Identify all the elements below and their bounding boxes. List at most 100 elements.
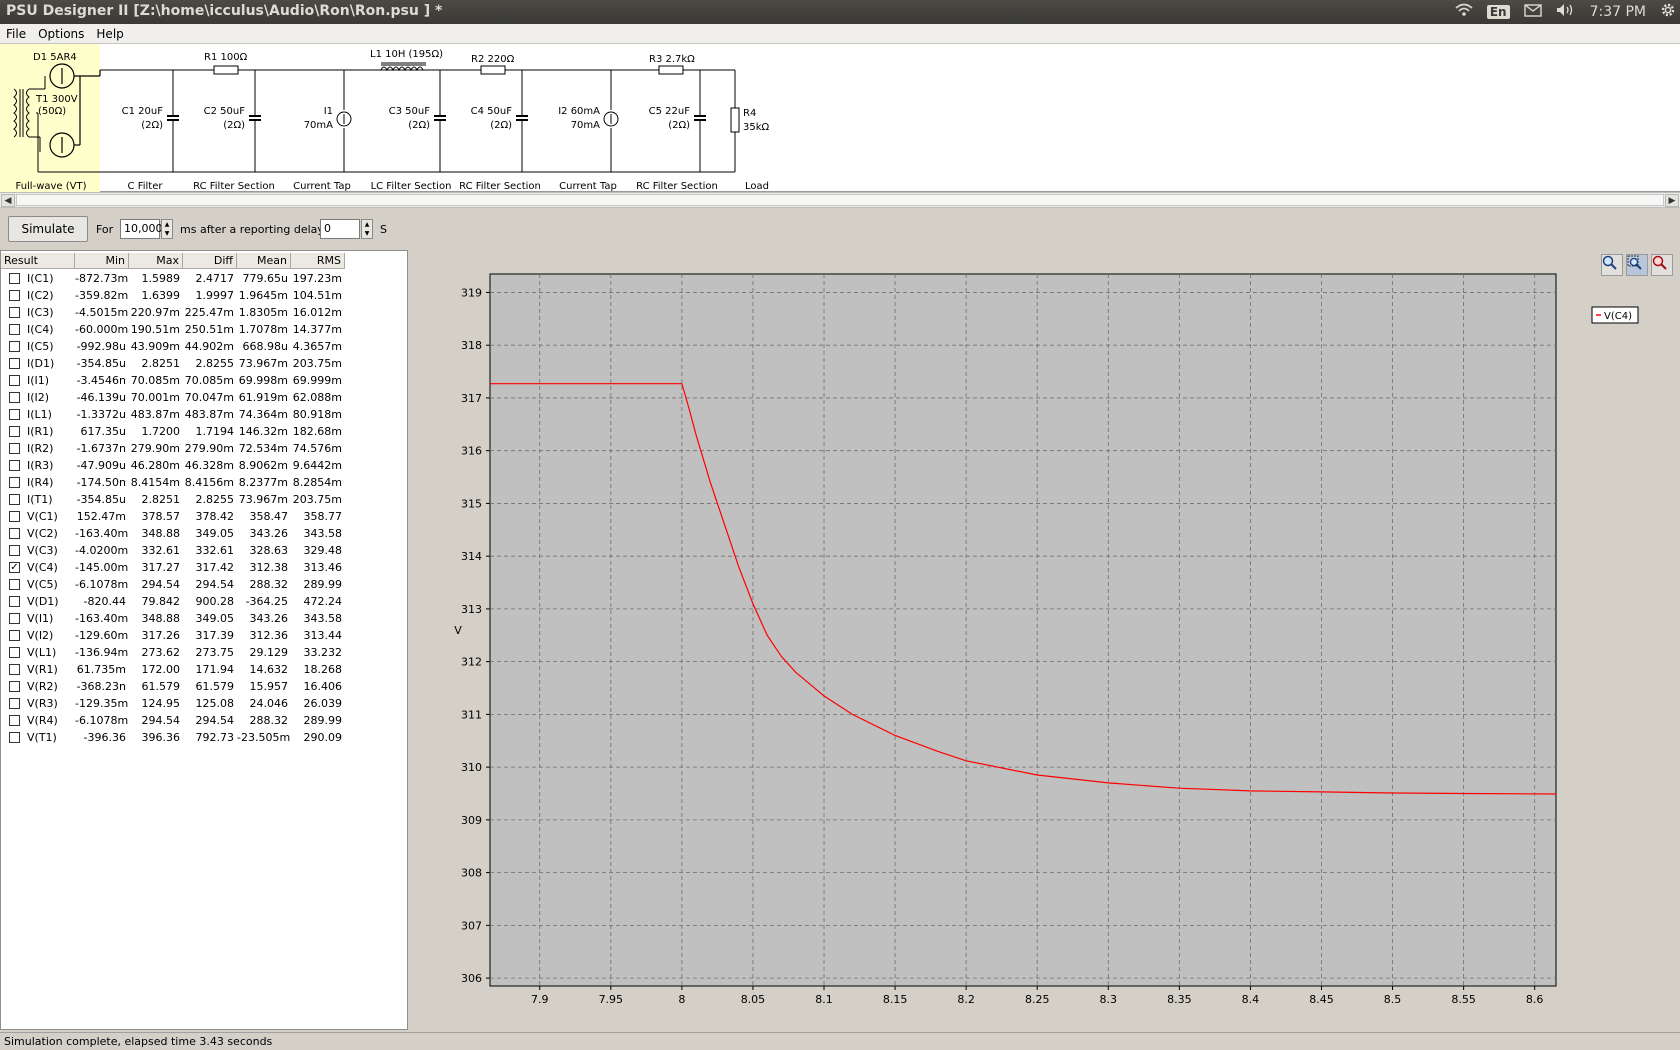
result-checkbox[interactable]: [9, 375, 20, 386]
column-header-max[interactable]: Max: [129, 253, 183, 268]
clock[interactable]: 7:37 PM: [1590, 4, 1646, 20]
result-checkbox[interactable]: [9, 613, 20, 624]
result-row[interactable]: V(C1) 152.47m 378.57 378.42 358.47 358.77: [1, 508, 345, 525]
result-row[interactable]: I(D1) -354.85u 2.8251 2.8255 73.967m 203.75m: [1, 355, 345, 372]
voltage-plot[interactable]: 7.9 7.95 8 8.05 8.1 8.15 8.2 8.25 8.3 8.35 8.4 8.45…: [408, 250, 1680, 1030]
result-row[interactable]: I(R1) 617.35u 1.7200 1.7194 146.32m 182.68m: [1, 423, 345, 440]
result-max: 294.54: [141, 578, 181, 591]
result-checkbox[interactable]: [9, 443, 20, 454]
result-row[interactable]: I(C5) -992.98u 43.909m 44.902m 668.98u 4.3657…: [1, 338, 345, 355]
result-checkbox[interactable]: [9, 681, 20, 692]
result-row[interactable]: V(C3) -4.0200m 332.61 332.61 328.63 329.48: [1, 542, 345, 559]
c2-capacitor[interactable]: [249, 70, 261, 172]
result-row[interactable]: I(I1) -3.4546n 70.085m 70.085m 69.998m 69.999…: [1, 372, 345, 389]
simulate-button[interactable]: Simulate: [8, 216, 88, 242]
result-row[interactable]: V(R1) 61.735m 172.00 171.94 14.632 18.268: [1, 661, 345, 678]
column-header-rms[interactable]: RMS: [291, 253, 345, 268]
result-checkbox[interactable]: [9, 358, 20, 369]
result-checkbox[interactable]: [9, 460, 20, 471]
c3-capacitor[interactable]: [434, 70, 446, 172]
column-header-diff[interactable]: Diff: [183, 253, 237, 268]
result-row[interactable]: V(I1) -163.40m 348.88 349.05 343.26 343.58: [1, 610, 345, 627]
result-checkbox[interactable]: [9, 698, 20, 709]
scroll-left-icon[interactable]: ◀: [1, 194, 15, 207]
schematic-horizontal-scrollbar[interactable]: ◀ ▶: [0, 192, 1680, 208]
plot-area[interactable]: [489, 273, 1557, 987]
result-row[interactable]: V(R3) -129.35m 124.95 125.08 24.046 26.039: [1, 695, 345, 712]
column-header-min[interactable]: Min: [75, 253, 129, 268]
result-checkbox[interactable]: [9, 392, 20, 403]
result-row[interactable]: V(T1) -396.36 396.36 792.73 -23.505m 290.09: [1, 729, 345, 746]
result-checkbox[interactable]: [9, 409, 20, 420]
result-row[interactable]: I(T1) -354.85u 2.8251 2.8255 73.967m 203.75m: [1, 491, 345, 508]
result-checkbox[interactable]: [9, 732, 20, 743]
result-checkbox[interactable]: [9, 324, 20, 335]
result-row[interactable]: V(R4) -6.1078m 294.54 294.54 288.32 289.99: [1, 712, 345, 729]
r3-resistor[interactable]: [658, 65, 684, 75]
result-row[interactable]: V(L1) -136.94m 273.62 273.75 29.129 33.232: [1, 644, 345, 661]
result-checkbox[interactable]: [9, 715, 20, 726]
result-checkbox[interactable]: [9, 477, 20, 488]
result-checkbox[interactable]: [9, 273, 20, 284]
scrollbar-thumb[interactable]: [16, 194, 1664, 206]
column-header-mean[interactable]: Mean: [237, 253, 291, 268]
result-rms: 313.44: [303, 629, 343, 642]
result-row[interactable]: I(C2) -359.82m 1.6399 1.9997 1.9645m 104.51m: [1, 287, 345, 304]
scroll-right-icon[interactable]: ▶: [1665, 194, 1679, 207]
c1-capacitor[interactable]: [167, 70, 179, 172]
result-checkbox[interactable]: ✓: [9, 562, 20, 573]
i2-current-source[interactable]: [603, 70, 619, 172]
result-checkbox[interactable]: [9, 494, 20, 505]
result-row[interactable]: V(I2) -129.60m 317.26 317.39 312.36 313.44: [1, 627, 345, 644]
column-header-result[interactable]: Result: [1, 253, 75, 268]
result-rms: 182.68m: [292, 425, 342, 438]
c5-capacitor[interactable]: [694, 70, 706, 172]
result-row[interactable]: I(C1) -872.73m 1.5989 2.4717 779.65u 197.23m: [1, 270, 345, 287]
result-row[interactable]: V(D1) -820.44 79.842 900.28 -364.25 472.24: [1, 593, 345, 610]
i1-current-source[interactable]: [336, 70, 352, 172]
result-checkbox[interactable]: [9, 511, 20, 522]
r4-resistance-label: 35kΩ: [743, 122, 770, 133]
result-checkbox[interactable]: [9, 664, 20, 675]
result-row[interactable]: I(L1) -1.3372u 483.87m 483.87m 74.364m 80.918…: [1, 406, 345, 423]
result-row[interactable]: I(R3) -47.909u 46.280m 46.328m 8.9062m 9.6442…: [1, 457, 345, 474]
result-row[interactable]: I(R4) -174.50n 8.4154m 8.4156m 8.2377m 8.2854…: [1, 474, 345, 491]
r2-resistor[interactable]: [480, 65, 506, 75]
result-row[interactable]: V(C5) -6.1078m 294.54 294.54 288.32 289.99: [1, 576, 345, 593]
result-name: I(C3): [27, 306, 54, 319]
result-row[interactable]: V(R2) -368.23n 61.579 61.579 15.957 16.406: [1, 678, 345, 695]
wifi-icon[interactable]: [1455, 3, 1473, 21]
duration-input[interactable]: 10,000: [120, 219, 163, 239]
result-row[interactable]: ✓ V(C4) -145.00m 317.27 317.42 312.38 313.46: [1, 559, 345, 576]
result-checkbox[interactable]: [9, 647, 20, 658]
menu-file[interactable]: File: [6, 27, 26, 41]
circuit-schematic[interactable]: D1 5AR4 T1 300V (50Ω) C1 20uF (2Ω) R1 10…: [0, 44, 1680, 192]
result-row[interactable]: I(C4) -60.000m 190.51m 250.51m 1.7078m 14.377…: [1, 321, 345, 338]
keyboard-layout-indicator[interactable]: En: [1486, 5, 1510, 19]
result-row[interactable]: I(R2) -1.6737n 279.90m 279.90m 72.534m 74.576…: [1, 440, 345, 457]
result-checkbox[interactable]: [9, 426, 20, 437]
c4-capacitor[interactable]: [516, 70, 528, 172]
mail-icon[interactable]: [1523, 3, 1542, 21]
result-checkbox[interactable]: [9, 579, 20, 590]
result-checkbox[interactable]: [9, 290, 20, 301]
menu-options[interactable]: Options: [38, 27, 84, 41]
result-checkbox[interactable]: [9, 341, 20, 352]
delay-input[interactable]: 0: [320, 219, 360, 239]
result-row[interactable]: I(C3) -4.5015m 220.97m 225.47m 1.8305m 16.012…: [1, 304, 345, 321]
gear-icon[interactable]: [1660, 2, 1676, 22]
result-checkbox[interactable]: [9, 528, 20, 539]
menu-help[interactable]: Help: [96, 27, 123, 41]
r1-resistor[interactable]: [213, 65, 239, 75]
delay-spinner[interactable]: ▲ ▼: [361, 219, 373, 239]
result-row[interactable]: V(C2) -163.40m 348.88 349.05 343.26 343.58: [1, 525, 345, 542]
duration-spinner[interactable]: ▲ ▼: [161, 219, 173, 239]
volume-icon[interactable]: [1556, 3, 1576, 21]
result-checkbox[interactable]: [9, 630, 20, 641]
result-checkbox[interactable]: [9, 545, 20, 556]
l1-inductor[interactable]: [380, 62, 426, 72]
result-checkbox[interactable]: [9, 307, 20, 318]
result-checkbox[interactable]: [9, 596, 20, 607]
result-row[interactable]: I(I2) -46.139u 70.001m 70.047m 61.919m 62.088…: [1, 389, 345, 406]
r4-resistor[interactable]: [730, 107, 740, 133]
